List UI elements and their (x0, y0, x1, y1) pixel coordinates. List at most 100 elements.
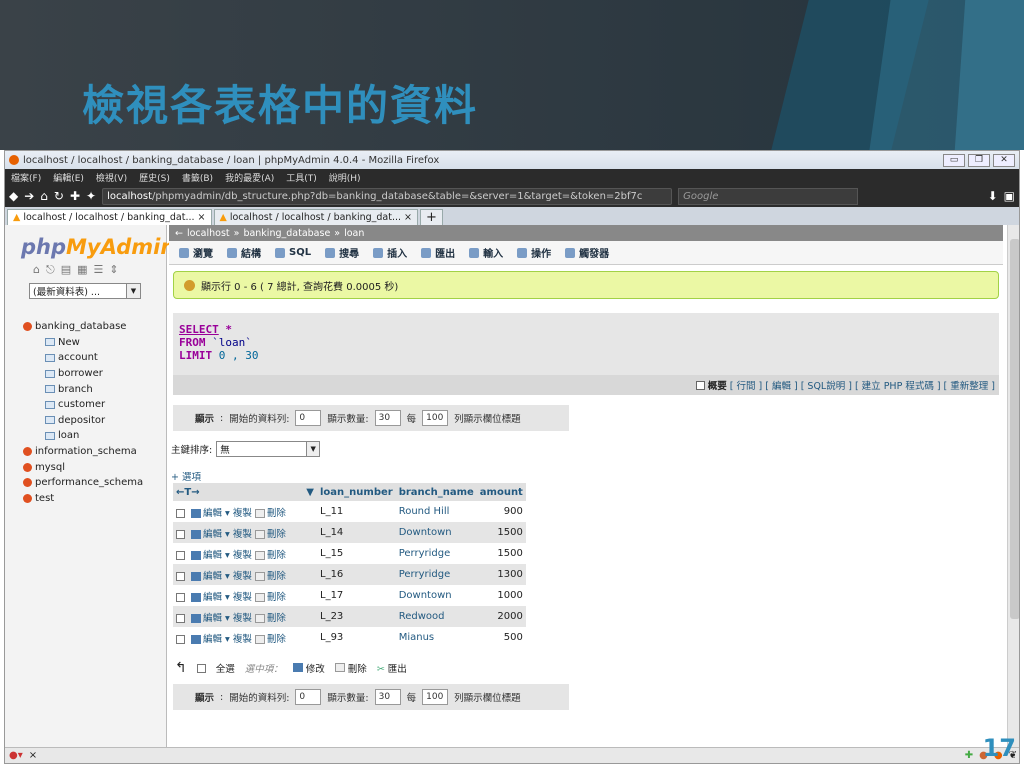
export-button[interactable]: ✂ 匯出 (377, 661, 407, 675)
menu-file[interactable]: 檔案(F) (11, 171, 41, 184)
cell-branch-name[interactable]: Redwood (395, 606, 477, 627)
search-input[interactable]: Google (678, 187, 859, 205)
delete-button[interactable]: 刪除 (334, 661, 367, 675)
menu-history[interactable]: 歷史(S) (139, 171, 170, 184)
close-button[interactable]: ✕ (993, 153, 1015, 167)
row-checkbox[interactable] (176, 613, 185, 623)
select-all-checkbox[interactable] (196, 663, 206, 673)
tree-table-account[interactable]: account (5, 350, 166, 366)
tree-new[interactable]: New (5, 335, 166, 351)
cell-amount[interactable]: 900 (476, 501, 526, 522)
collapse-icon[interactable]: ← (175, 228, 183, 239)
copy-action[interactable]: ▾ 複製 (225, 592, 252, 603)
tree-db-test[interactable]: test (5, 491, 166, 507)
reload-icon[interactable]: ↻ (54, 189, 64, 203)
close-addon-bar-icon[interactable]: × (29, 750, 37, 761)
cell-branch-name[interactable]: Downtown (395, 585, 477, 606)
cell-branch-name[interactable]: Downtown (395, 522, 477, 543)
row-count-input[interactable]: 30 (374, 689, 401, 705)
link-explain[interactable]: [ SQL說明 ] (801, 378, 852, 392)
tab-triggers[interactable]: 觸發器 (565, 245, 609, 260)
menu-bookmarks[interactable]: 書籤(B) (182, 171, 213, 184)
tab-search[interactable]: 搜尋 (325, 245, 359, 260)
link-inline[interactable]: [ 行間 ] (730, 378, 762, 392)
tree-table-borrower[interactable]: borrower (5, 366, 166, 382)
menu-view[interactable]: 檢視(V) (96, 171, 127, 184)
header-branch-name[interactable]: branch_name (395, 483, 477, 501)
edit-action[interactable]: 編輯 (191, 592, 222, 603)
copy-action[interactable]: ▾ 複製 (225, 529, 252, 540)
scrollbar-thumb[interactable] (1010, 239, 1019, 619)
cell-loan-number[interactable]: L_23 (317, 606, 396, 627)
menu-tools[interactable]: 工具(T) (286, 171, 317, 184)
close-tab-icon[interactable]: × (404, 212, 412, 223)
copy-action[interactable]: ▾ 複製 (225, 634, 252, 645)
home-icon[interactable]: ⌂ (40, 189, 48, 203)
options-toggle[interactable]: + 選項 (171, 469, 1003, 483)
row-checkbox[interactable] (176, 529, 185, 539)
tree-db-banking[interactable]: banking_database (5, 319, 166, 335)
profiling-checkbox[interactable] (695, 380, 705, 390)
address-bar[interactable]: localhost /phpmyadmin/db_structure.php?d… (102, 187, 673, 205)
copy-action[interactable]: ▾ 複製 (225, 613, 252, 624)
cell-loan-number[interactable]: L_17 (317, 585, 396, 606)
maximize-button[interactable]: ❐ (968, 153, 990, 167)
breadcrumb-db[interactable]: banking_database (243, 228, 330, 239)
delete-action[interactable]: 刪除 (254, 508, 286, 519)
cell-amount[interactable]: 500 (476, 627, 526, 648)
link-edit[interactable]: [ 編輯 ] (765, 378, 797, 392)
forward-icon[interactable]: ➔ (24, 189, 34, 203)
column-nav-arrows[interactable]: ←T→ (176, 487, 200, 498)
tab-export[interactable]: 匯出 (421, 245, 455, 260)
link-refresh[interactable]: [ 重新整理 ] (944, 378, 995, 392)
pma-logo[interactable]: phpMyAdmin (21, 235, 175, 259)
cell-loan-number[interactable]: L_16 (317, 564, 396, 585)
docs-icon[interactable]: ▤ (61, 263, 71, 277)
row-checkbox[interactable] (176, 634, 185, 644)
edit-action[interactable]: 編輯 (191, 529, 222, 540)
cell-amount[interactable]: 1300 (476, 564, 526, 585)
edit-action[interactable]: 編輯 (191, 550, 222, 561)
menu-help[interactable]: 說明(H) (329, 171, 361, 184)
delete-action[interactable]: 刪除 (254, 550, 286, 561)
edit-action[interactable]: 編輯 (191, 571, 222, 582)
cell-loan-number[interactable]: L_14 (317, 522, 396, 543)
sql-docs-icon[interactable]: ▦ (77, 263, 87, 277)
cell-branch-name[interactable]: Round Hill (395, 501, 477, 522)
shield-icon[interactable]: ✚ (70, 189, 80, 203)
sort-arrow-icon[interactable]: ▼ (306, 487, 314, 498)
start-row-input[interactable]: 0 (295, 410, 322, 426)
breadcrumb-server[interactable]: localhost (187, 228, 230, 239)
cell-amount[interactable]: 1500 (476, 543, 526, 564)
menu-edit[interactable]: 編輯(E) (53, 171, 84, 184)
menu-favorites[interactable]: 我的最愛(A) (225, 171, 274, 184)
tab-insert[interactable]: 插入 (373, 245, 407, 260)
row-count-input[interactable]: 30 (374, 410, 401, 426)
header-amount[interactable]: amount (476, 483, 526, 501)
delete-action[interactable]: 刪除 (254, 529, 286, 540)
menu-icon[interactable]: ▣ (1004, 189, 1015, 203)
home-icon[interactable]: ⌂ (33, 263, 40, 277)
cell-loan-number[interactable]: L_11 (317, 501, 396, 522)
cell-loan-number[interactable]: L_15 (317, 543, 396, 564)
delete-action[interactable]: 刪除 (254, 613, 286, 624)
close-tab-icon[interactable]: × (198, 212, 206, 223)
logout-icon[interactable]: ⎋ (46, 263, 55, 277)
tree-db-information-schema[interactable]: information_schema (5, 444, 166, 460)
copy-action[interactable]: ▾ 複製 (225, 550, 252, 561)
tree-table-depositor[interactable]: depositor (5, 413, 166, 429)
copy-action[interactable]: ▾ 複製 (225, 508, 252, 519)
tree-table-customer[interactable]: customer (5, 397, 166, 413)
reload-icon[interactable]: ⇕ (109, 263, 118, 277)
browser-tab[interactable]: ▲ localhost / localhost / banking_dat...… (213, 209, 418, 225)
tree-db-mysql[interactable]: mysql (5, 459, 166, 475)
cell-loan-number[interactable]: L_93 (317, 627, 396, 648)
select-all-label[interactable]: 全選 (216, 661, 235, 675)
row-checkbox[interactable] (176, 592, 185, 602)
edit-action[interactable]: 編輯 (191, 634, 222, 645)
browser-tab[interactable]: ▲ localhost / localhost / banking_dat...… (7, 209, 212, 225)
cell-branch-name[interactable]: Mianus (395, 627, 477, 648)
row-checkbox[interactable] (176, 571, 185, 581)
addon-icon[interactable]: ✦ (86, 189, 96, 203)
row-checkbox[interactable] (176, 508, 185, 518)
